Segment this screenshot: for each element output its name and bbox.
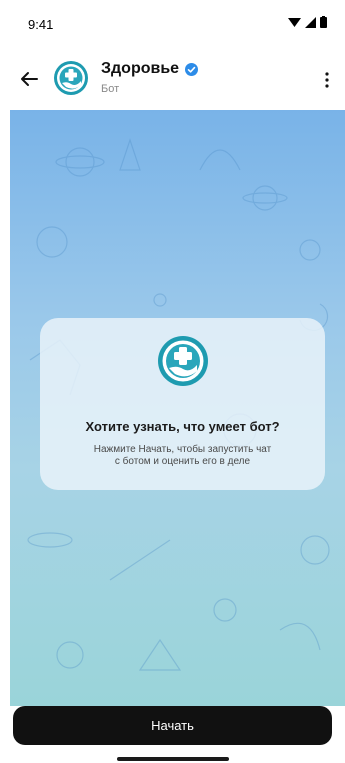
status-icons [288,16,327,28]
health-cross-hand-icon [158,336,208,386]
chat-background: Хотите узнать, что умеет бот? Нажмите На… [10,110,345,706]
arrow-left-icon[interactable] [18,68,40,90]
status-bar: 9:41 [0,0,345,46]
chat-title: Здоровье [101,60,180,77]
verified-badge-icon [185,62,199,76]
title-row[interactable]: Здоровье [101,60,199,78]
signal-icon [305,16,316,28]
start-button[interactable]: Начать [13,706,332,745]
wifi-icon [288,17,301,27]
home-indicator[interactable] [117,757,229,761]
chat-subtitle: Бот [101,83,120,95]
chat-header: Здоровье Бот [0,46,345,110]
card-text-line-2: с ботом и оценить его в деле [114,456,251,467]
more-vertical-icon[interactable] [319,71,335,89]
card-title: Хотите узнать, что умеет бот? [85,419,280,434]
card-text-line-1: Нажмите Начать, чтобы запустить чат [93,444,272,455]
avatar[interactable] [54,61,88,95]
battery-icon [320,16,327,28]
card-description: Нажмите Начать, чтобы запустить чат с бо… [60,444,305,468]
status-time: 9:41 [28,17,54,32]
bot-intro-card: Хотите узнать, что умеет бот? Нажмите На… [40,318,325,490]
